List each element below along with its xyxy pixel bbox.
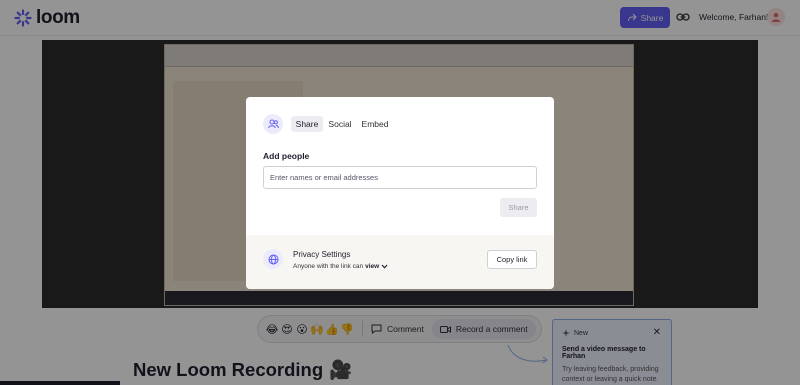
chevron-down-icon (381, 264, 388, 269)
add-people-input[interactable] (263, 166, 537, 189)
share-submit-button[interactable]: Share (500, 198, 537, 217)
privacy-subtitle-text: Anyone with the link can (293, 263, 364, 270)
tab-share[interactable]: Share (291, 116, 323, 132)
copy-link-button[interactable]: Copy link (487, 250, 537, 269)
tab-social[interactable]: Social (328, 116, 352, 132)
share-modal: Share Social Embed Add people Share Priv… (246, 97, 554, 289)
add-people-label: Add people (263, 151, 310, 161)
privacy-settings-title: Privacy Settings (293, 250, 351, 259)
privacy-settings-section: Privacy Settings Anyone with the link ca… (246, 235, 554, 289)
people-icon (263, 114, 283, 134)
privacy-permission-selector[interactable]: Anyone with the link can view (293, 263, 388, 270)
privacy-permission-value: view (365, 263, 380, 270)
tab-embed[interactable]: Embed (362, 116, 389, 132)
globe-icon (263, 249, 283, 269)
